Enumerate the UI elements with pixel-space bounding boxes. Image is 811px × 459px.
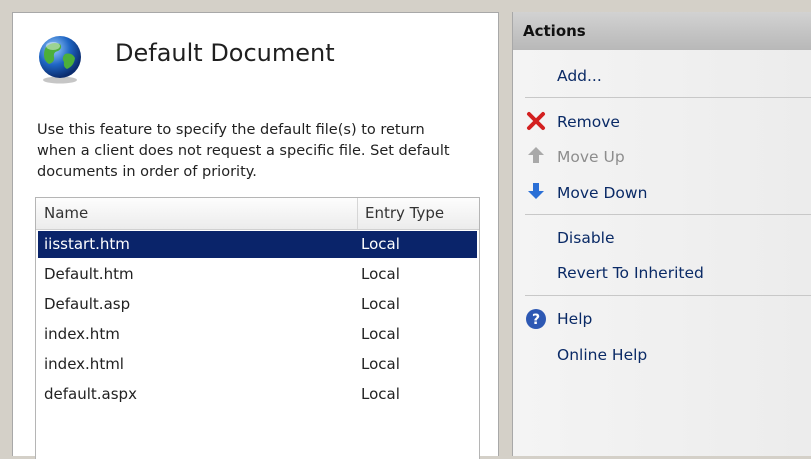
cell-name: Default.asp bbox=[44, 295, 131, 313]
column-header-name[interactable]: Name bbox=[36, 198, 358, 229]
cell-entry-type: Local bbox=[361, 295, 400, 313]
divider bbox=[525, 295, 811, 296]
svg-text:?: ? bbox=[532, 312, 540, 328]
table-row[interactable]: default.aspx Local bbox=[38, 381, 477, 408]
feature-pane: Default Document Use this feature to spe… bbox=[12, 12, 499, 459]
cell-name: index.html bbox=[44, 355, 124, 373]
arrow-down-icon bbox=[528, 183, 544, 199]
table-row[interactable]: Default.htm Local bbox=[38, 261, 477, 288]
table-row[interactable]: index.htm Local bbox=[38, 321, 477, 348]
list-header: Name Entry Type bbox=[36, 198, 479, 230]
divider bbox=[525, 97, 811, 98]
globe-icon bbox=[39, 36, 81, 84]
online-help-action[interactable]: Online Help bbox=[557, 346, 647, 364]
add-action[interactable]: Add... bbox=[557, 67, 602, 85]
help-action[interactable]: Help bbox=[557, 310, 592, 328]
help-icon: ? bbox=[526, 309, 546, 329]
cell-entry-type: Local bbox=[361, 235, 400, 253]
cell-name: iisstart.htm bbox=[44, 235, 130, 253]
description-line: documents in order of priority. bbox=[37, 164, 257, 180]
disable-action[interactable]: Disable bbox=[557, 229, 615, 247]
description-line: Use this feature to specify the default … bbox=[37, 122, 425, 138]
default-document-list[interactable]: Name Entry Type iisstart.htm Local Defau… bbox=[35, 197, 480, 459]
red-x-icon bbox=[527, 112, 545, 130]
actions-header: Actions bbox=[513, 12, 811, 50]
remove-action[interactable]: Remove bbox=[557, 113, 620, 131]
cell-name: default.aspx bbox=[44, 385, 137, 403]
move-down-action[interactable]: Move Down bbox=[557, 184, 647, 202]
move-up-action[interactable]: Move Up bbox=[557, 148, 625, 166]
table-row[interactable]: index.html Local bbox=[38, 351, 477, 378]
table-row[interactable]: iisstart.htm Local bbox=[38, 231, 477, 258]
revert-to-inherited-action[interactable]: Revert To Inherited bbox=[557, 264, 704, 282]
cell-entry-type: Local bbox=[361, 265, 400, 283]
description-line: when a client does not request a specifi… bbox=[37, 143, 450, 159]
column-header-entry-type[interactable]: Entry Type bbox=[358, 198, 479, 229]
cell-entry-type: Local bbox=[361, 385, 400, 403]
cell-entry-type: Local bbox=[361, 355, 400, 373]
cell-name: index.htm bbox=[44, 325, 120, 343]
feature-description: Use this feature to specify the default … bbox=[37, 120, 485, 183]
actions-pane: Actions Add... Remove Move Up Move Down … bbox=[512, 12, 811, 456]
divider bbox=[525, 214, 811, 215]
arrow-up-icon bbox=[528, 147, 544, 163]
cell-entry-type: Local bbox=[361, 325, 400, 343]
table-row[interactable]: Default.asp Local bbox=[38, 291, 477, 318]
cell-name: Default.htm bbox=[44, 265, 134, 283]
page-title: Default Document bbox=[115, 39, 335, 67]
